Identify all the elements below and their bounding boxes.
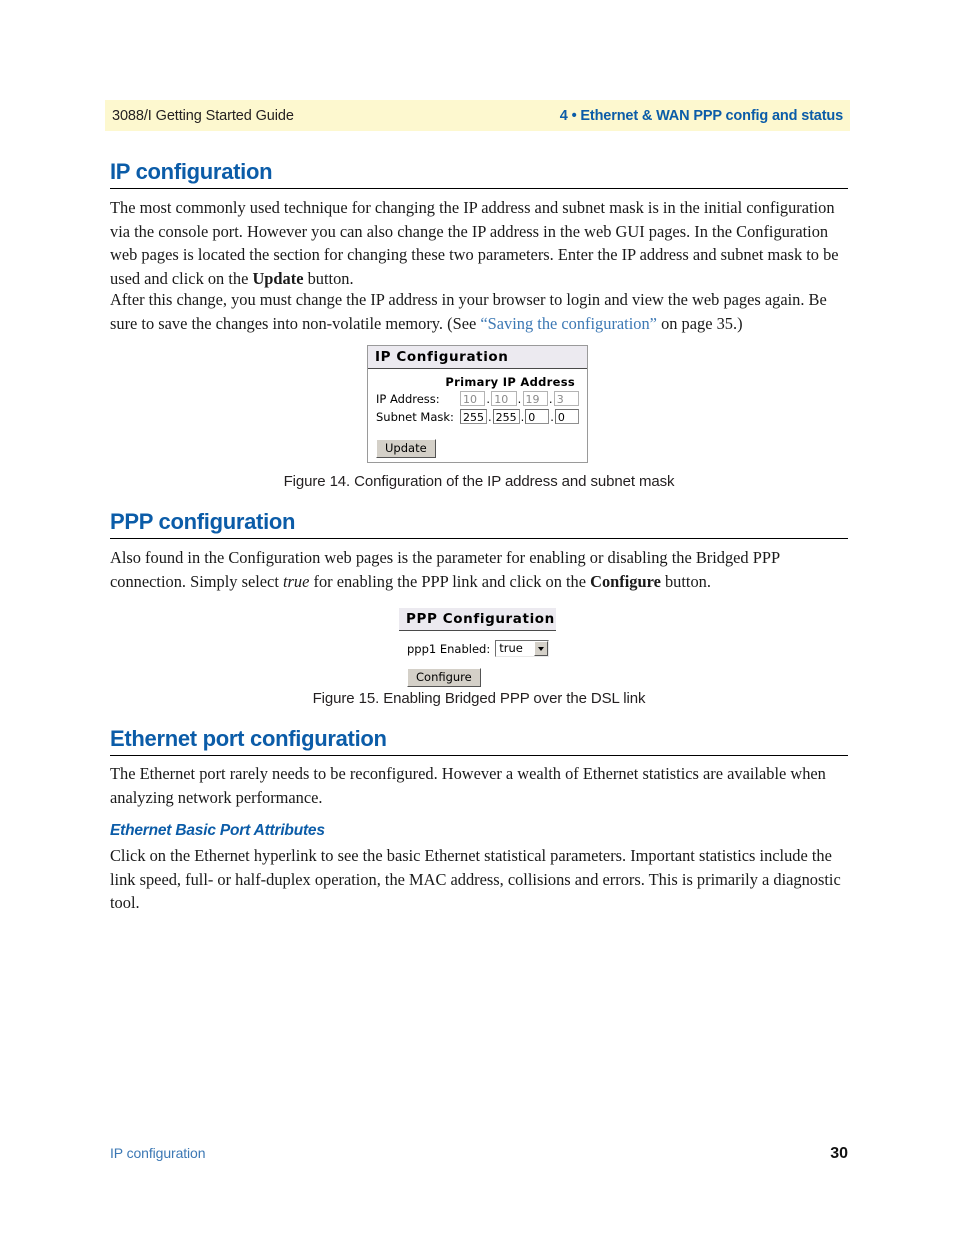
paragraph-ethernet-basic-attributes: Click on the Ethernet hyperlink to see t…	[110, 846, 841, 912]
paragraph-text-tail: button.	[303, 268, 354, 288]
heading-rule	[110, 755, 848, 757]
ip-address-octet-2[interactable]: 10	[491, 391, 517, 406]
figure15-caption: Figure 15. Enabling Bridged PPP over the…	[312, 690, 646, 707]
configure-button[interactable]: Configure	[407, 668, 481, 687]
heading-rule	[110, 188, 848, 190]
chevron-down-icon[interactable]	[534, 641, 549, 656]
true-value-mention: true	[282, 571, 310, 591]
subnet-mask-octet-1[interactable]: 255	[460, 409, 487, 424]
figure14-caption: Figure 14. Configuration of the IP addre…	[283, 473, 675, 490]
ppp-enabled-selected-value: true	[499, 641, 523, 655]
paragraph-ppp-intro: Also found in the Configuration web page…	[110, 546, 848, 593]
section-heading-ip-configuration: IP configuration	[110, 159, 848, 190]
figure14-ip-configuration-dialog: IP Configuration Primary IP Address IP A…	[367, 345, 588, 463]
heading-rule	[110, 538, 848, 540]
paragraph-text: The most commonly used technique for cha…	[110, 198, 839, 288]
dialog-title-bar: PPP Configuration	[399, 608, 556, 631]
subnet-mask-row: Subnet Mask: 255 . 255 . 0 . 0	[376, 409, 579, 424]
dialog-button-row: Update	[376, 437, 579, 458]
paragraph-ethernet-intro: The Ethernet port rarely needs to be rec…	[110, 764, 826, 807]
subheading-ethernet-basic-port-attributes: Ethernet Basic Port Attributes	[110, 822, 325, 839]
header-guide-title: 3088/I Getting Started Guide	[112, 107, 294, 124]
paragraph-text-mid: for enabling the PPP link and click on t…	[309, 571, 591, 591]
primary-ip-address-column-header: Primary IP Address	[445, 375, 575, 389]
ip-address-octet-4[interactable]: 3	[553, 391, 580, 406]
header-chapter-title: 4 • Ethernet & WAN PPP config and status	[559, 107, 843, 124]
configure-button-mention: Configure	[590, 571, 661, 591]
subnet-mask-label: Subnet Mask:	[376, 409, 454, 424]
paragraph-text-tail: on page 35.)	[656, 313, 743, 333]
ip-address-octet-3[interactable]: 19	[522, 391, 548, 406]
ppp-enabled-select[interactable]: true	[495, 640, 550, 657]
section-heading-ppp-configuration: PPP configuration	[110, 509, 848, 540]
ip-address-label: IP Address:	[376, 391, 440, 406]
page-footer: IP configuration 30	[110, 1145, 848, 1163]
cross-reference-link[interactable]: “Saving the configuration”	[480, 314, 657, 333]
update-button-mention: Update	[252, 268, 304, 288]
running-header: 3088/I Getting Started Guide 4 • Etherne…	[105, 100, 850, 131]
heading-text: PPP configuration	[110, 509, 296, 534]
update-button[interactable]: Update	[376, 439, 436, 458]
heading-text: IP configuration	[110, 159, 273, 184]
ip-address-octet-1[interactable]: 10	[460, 391, 486, 406]
ppp-enabled-label: ppp1 Enabled:	[407, 641, 491, 656]
paragraph-ip-intro: The most commonly used technique for cha…	[110, 196, 848, 290]
page-number: 30	[830, 1145, 848, 1162]
heading-text: Ethernet port configuration	[110, 726, 387, 751]
dialog-body: Primary IP Address IP Address: 10 . 10 .…	[368, 369, 587, 466]
figure15-ppp-configuration-dialog: PPP Configuration ppp1 Enabled: true Con…	[399, 608, 556, 687]
subnet-mask-octet-2[interactable]: 255	[492, 409, 520, 424]
subnet-mask-octet-3[interactable]: 0	[525, 409, 550, 424]
ip-address-row: IP Address: 10 . 10 . 19 . 3	[376, 391, 580, 406]
paragraph-ip-save-note: After this change, you must change the I…	[110, 288, 848, 335]
ppp-enabled-row: ppp1 Enabled: true	[407, 640, 550, 657]
document-page: 3088/I Getting Started Guide 4 • Etherne…	[0, 0, 954, 1235]
footer-section-label: IP configuration	[110, 1145, 206, 1161]
dialog-body: ppp1 Enabled: true Configure	[399, 631, 556, 693]
paragraph-text-tail: button.	[660, 571, 711, 591]
section-heading-ethernet-port-configuration: Ethernet port configuration	[110, 726, 848, 757]
dialog-title-bar: IP Configuration	[368, 346, 587, 369]
subnet-mask-octet-4[interactable]: 0	[554, 409, 579, 424]
